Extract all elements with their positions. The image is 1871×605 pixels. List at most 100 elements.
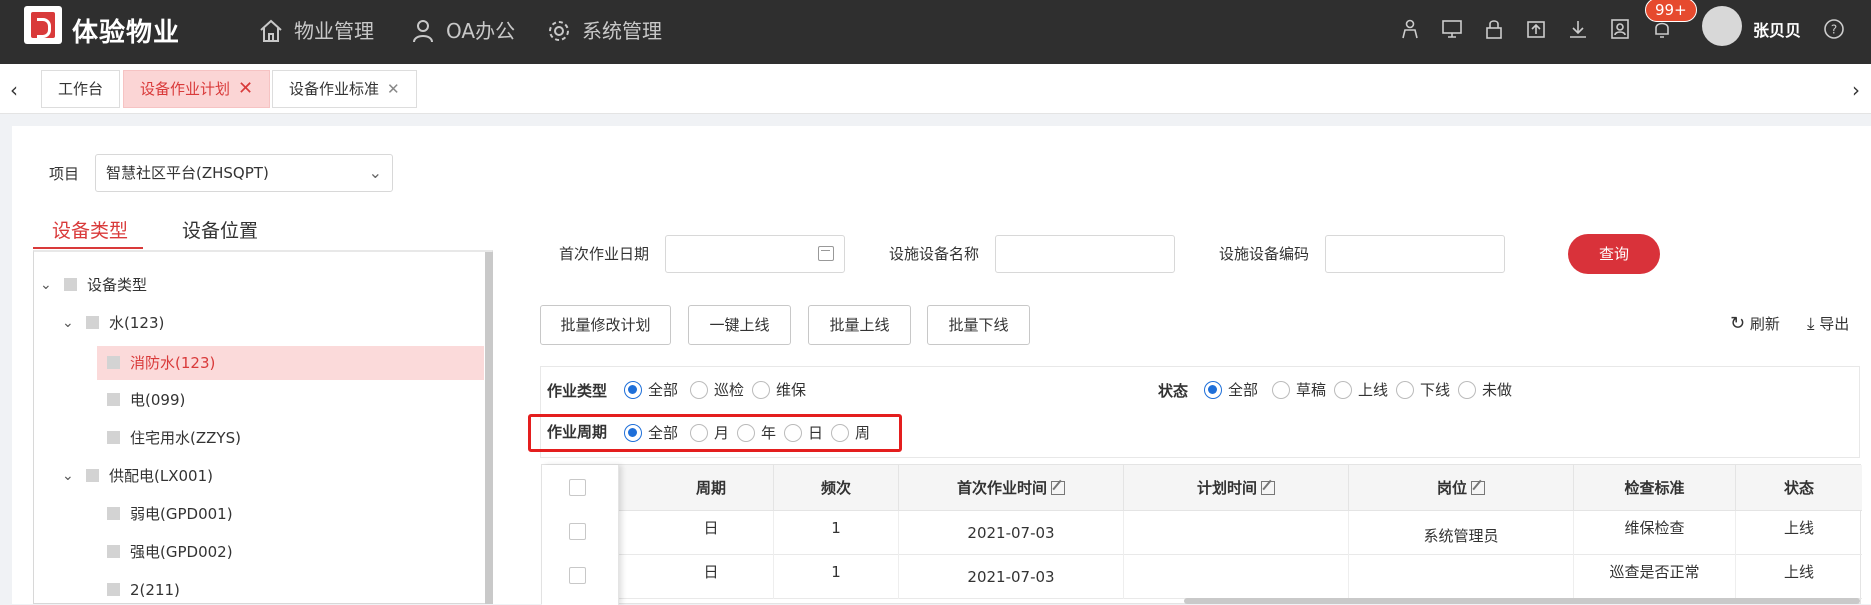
folder-icon — [64, 278, 77, 291]
tree-scrollbar[interactable] — [485, 252, 493, 604]
download-icon[interactable] — [1567, 18, 1589, 40]
work-type-label: 作业类型 — [547, 382, 608, 400]
chevron-down-icon[interactable]: ⌄ — [62, 308, 74, 338]
status-all-radio[interactable]: 全部 — [1204, 380, 1258, 400]
calendar-icon[interactable] — [818, 246, 834, 261]
one-click-online-button[interactable]: 一键上线 — [688, 305, 791, 345]
status-online-radio[interactable]: 上线 — [1334, 380, 1388, 400]
equipment-code-input[interactable] — [1325, 235, 1505, 273]
close-icon[interactable]: ✕ — [238, 78, 253, 99]
column-label: 首次作业时间 — [956, 479, 1047, 497]
table-cell: 2021-07-03 — [899, 555, 1124, 599]
edit-icon[interactable] — [1261, 481, 1275, 495]
table-row[interactable]: 日 1 2021-07-03 巡查是否正常 上线 — [542, 555, 1862, 599]
contact-icon[interactable] — [1609, 18, 1631, 40]
column-header[interactable]: 频次 — [774, 465, 899, 511]
table-cell — [1124, 555, 1349, 599]
column-header-post[interactable]: 岗位 — [1349, 465, 1574, 511]
tree-node-label: 弱电(GPD001) — [130, 505, 233, 523]
folder-icon — [107, 545, 120, 558]
tabs-scroll-left-icon[interactable]: ‹ — [10, 78, 28, 102]
table-cell: 2021-07-03 — [899, 511, 1124, 555]
tree-node-label: 供配电(LX001) — [109, 467, 213, 485]
tree-node-weak-current[interactable]: 弱电(GPD001) — [107, 499, 327, 529]
tabs-bar: ‹ 工作台 设备作业计划 ✕ 设备作业标准 ✕ › — [0, 64, 1871, 114]
nav-label: 系统管理 — [582, 19, 662, 43]
tab-equipment-location[interactable]: 设备位置 — [182, 216, 258, 243]
table-cell: 日 — [649, 511, 774, 555]
column-header[interactable]: 周期 — [649, 465, 774, 511]
table-row[interactable]: 日 1 2021-07-03 系统管理员 维保检查 上线 — [542, 511, 1862, 555]
app-logo — [24, 6, 62, 44]
status-offline-radio[interactable]: 下线 — [1396, 380, 1450, 400]
tree-node-water[interactable]: ⌄ 水(123) — [62, 308, 262, 338]
row-checkbox[interactable] — [569, 567, 586, 584]
highlight-box — [528, 414, 902, 452]
work-type-all-radio[interactable]: 全部 — [624, 380, 678, 400]
gear-icon — [549, 21, 569, 41]
upload-icon[interactable] — [1525, 18, 1547, 40]
folder-icon — [107, 431, 120, 444]
table-horizontal-scrollbar[interactable] — [1184, 598, 1860, 604]
equipment-name-input[interactable] — [995, 235, 1175, 273]
batch-online-button[interactable]: 批量上线 — [808, 305, 911, 345]
nav-oa-office[interactable]: OA办公 — [410, 16, 515, 46]
monitor-icon[interactable] — [1441, 18, 1463, 40]
column-header-first-time[interactable]: 首次作业时间 — [899, 465, 1124, 511]
chevron-down-icon[interactable]: ⌄ — [62, 461, 74, 491]
worker-icon[interactable] — [1399, 18, 1421, 40]
chevron-down-icon: ⌄ — [368, 163, 382, 182]
work-type-maintenance-radio[interactable]: 维保 — [752, 380, 806, 400]
close-icon[interactable]: ✕ — [387, 80, 400, 98]
svg-text:?: ? — [1831, 23, 1837, 37]
folder-icon — [107, 393, 120, 406]
column-label: 岗位 — [1436, 479, 1467, 497]
table-cell — [1124, 511, 1349, 555]
tree-node-strong-current[interactable]: 强电(GPD002) — [107, 537, 327, 567]
project-select[interactable]: 智慧社区平台(ZHSQPT) ⌄ — [95, 154, 393, 192]
nav-system-management[interactable]: 系统管理 — [546, 16, 662, 46]
user-icon — [413, 20, 433, 43]
status-undone-radio[interactable]: 未做 — [1458, 380, 1512, 400]
tree-node-label: 住宅用水(ZZYS) — [130, 429, 241, 447]
tree-node-electric[interactable]: 电(099) — [107, 385, 307, 415]
column-header[interactable]: 检查标准 — [1574, 465, 1736, 511]
chevron-down-icon[interactable]: ⌄ — [40, 270, 52, 300]
tab-equipment-work-plan[interactable]: 设备作业计划 ✕ — [123, 70, 271, 108]
table-cell: 上线 — [1783, 519, 1814, 537]
query-button[interactable]: 查询 — [1568, 234, 1660, 274]
username[interactable]: 张贝贝 — [1753, 17, 1801, 41]
row-checkbox[interactable] — [569, 523, 586, 540]
top-bar: 体验物业 物业管理 OA办公 系统管理 99+ 张贝贝 ? — [0, 0, 1871, 64]
column-header-plan-time[interactable]: 计划时间 — [1124, 465, 1349, 511]
tabs-scroll-right-icon[interactable]: › — [1852, 78, 1870, 102]
folder-icon — [86, 469, 99, 482]
tree-node-root[interactable]: ⌄ 设备类型 — [40, 270, 240, 300]
tab-equipment-work-standard[interactable]: 设备作业标准 ✕ — [272, 70, 417, 108]
tree-node-2[interactable]: 2(211) — [107, 575, 327, 605]
help-icon[interactable]: ? — [1823, 18, 1845, 40]
table-cell: 巡查是否正常 — [1574, 555, 1736, 599]
home-icon — [260, 19, 282, 42]
first-date-input[interactable] — [665, 235, 845, 273]
tree-node-fire-water[interactable]: 消防水(123) — [97, 346, 484, 380]
edit-icon[interactable] — [1051, 481, 1065, 495]
tree-node-residential-water[interactable]: 住宅用水(ZZYS) — [107, 423, 327, 453]
tab-label: 工作台 — [58, 80, 104, 98]
column-header[interactable]: 状态 — [1736, 465, 1862, 511]
edit-icon[interactable] — [1471, 481, 1485, 495]
refresh-button[interactable]: ↻ 刷新 — [1730, 313, 1780, 334]
work-type-inspection-radio[interactable]: 巡检 — [690, 380, 744, 400]
folder-icon — [86, 316, 99, 329]
avatar[interactable] — [1702, 6, 1742, 46]
export-button[interactable]: ⤓ 导出 — [1807, 313, 1849, 334]
select-all-checkbox[interactable] — [569, 479, 586, 496]
tab-workbench[interactable]: 工作台 — [41, 70, 121, 108]
tab-equipment-type[interactable]: 设备类型 — [52, 216, 128, 243]
tree-node-power-supply[interactable]: ⌄ 供配电(LX001) — [62, 461, 282, 491]
nav-property-management[interactable]: 物业管理 — [258, 16, 374, 46]
batch-edit-plan-button[interactable]: 批量修改计划 — [540, 305, 671, 345]
lock-icon[interactable] — [1483, 18, 1505, 40]
batch-offline-button[interactable]: 批量下线 — [927, 305, 1030, 345]
status-draft-radio[interactable]: 草稿 — [1272, 380, 1326, 400]
